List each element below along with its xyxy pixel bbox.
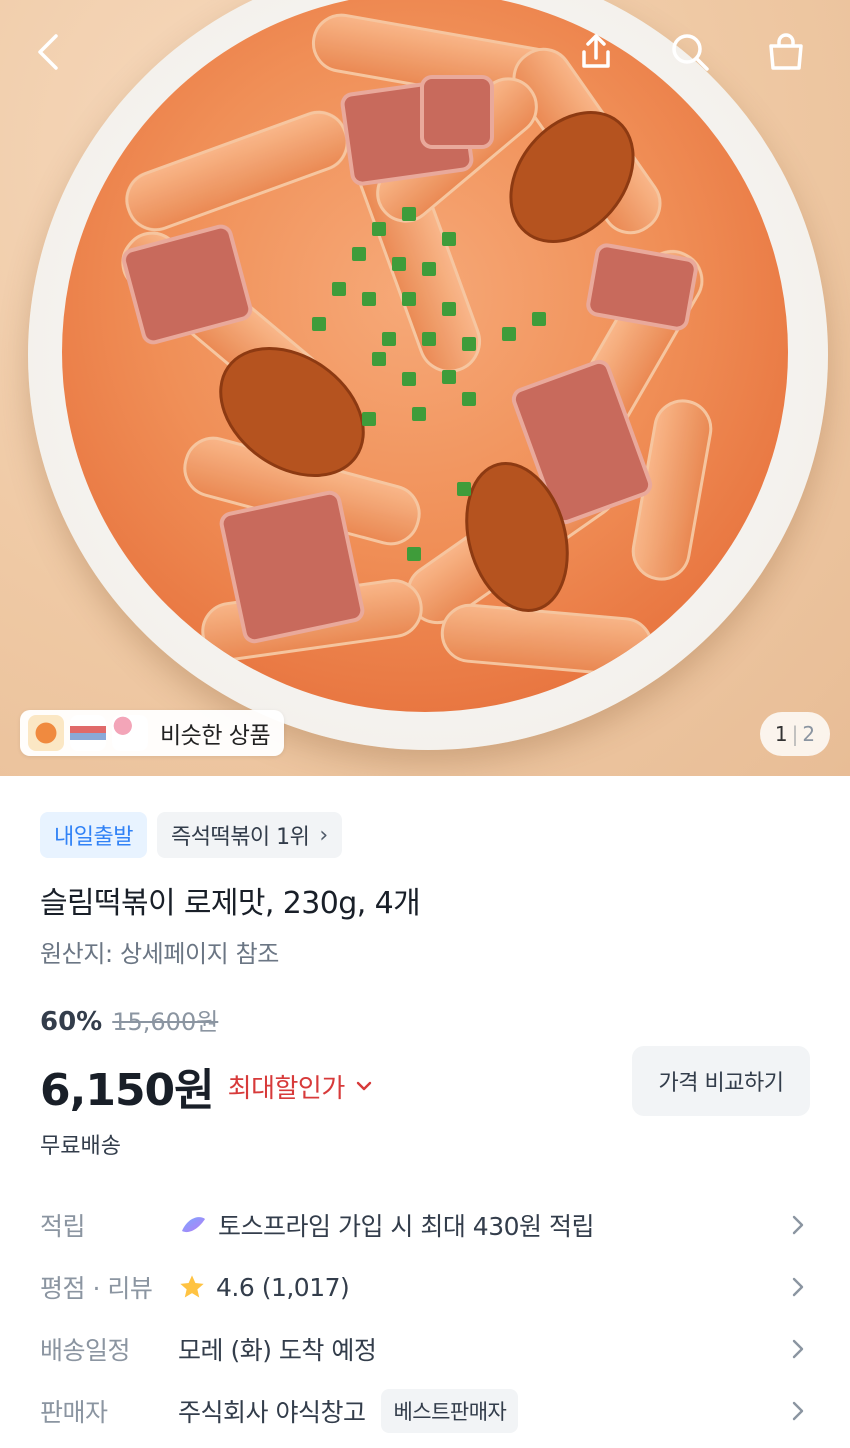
chevron-right-icon xyxy=(792,1277,804,1297)
original-price: 15,600원 xyxy=(112,1008,219,1036)
best-seller-badge: 베스트판매자 xyxy=(381,1389,519,1433)
pager-separator: | xyxy=(791,722,799,746)
chevron-down-icon xyxy=(356,1081,371,1091)
chevron-right-icon: › xyxy=(319,822,328,848)
similar-thumb-1 xyxy=(28,715,64,751)
product-image[interactable]: 비슷한 상품 1 | 2 xyxy=(0,0,850,776)
detail-row-rating[interactable]: 평점 · 리뷰 4.6 (1,017) xyxy=(0,1256,850,1318)
chevron-left-icon xyxy=(38,34,58,70)
ranking-tag[interactable]: 즉석떡볶이 1위 › xyxy=(156,812,342,858)
seller-text: 주식회사 야식창고 xyxy=(178,1398,366,1427)
tteokbokki-illustration xyxy=(62,0,788,712)
chevron-right-icon xyxy=(792,1215,804,1235)
ranking-label: 즉석떡볶이 1위 xyxy=(170,825,310,850)
points-text: 토스프라임 가입 시 최대 430원 적립 xyxy=(218,1212,594,1241)
detail-row-points[interactable]: 적립 토스프라임 가입 시 최대 430원 적립 xyxy=(0,1194,850,1256)
similar-thumb-3 xyxy=(112,715,148,751)
detail-row-seller[interactable]: 판매자 주식회사 야식창고 베스트판매자 xyxy=(0,1380,850,1442)
max-discount-label: 최대할인가 xyxy=(227,1073,346,1104)
toss-prime-icon xyxy=(182,1217,205,1233)
share-icon xyxy=(582,34,610,68)
delivery-key: 배송일정 xyxy=(40,1336,131,1365)
similar-products-label: 비슷한 상품 xyxy=(160,723,271,749)
seller-key: 판매자 xyxy=(40,1398,108,1427)
price-row: 6,150원 최대할인가 xyxy=(40,1054,373,1118)
detail-row-delivery[interactable]: 배송일정 모레 (화) 도착 예정 xyxy=(0,1318,850,1380)
shopping-bag-icon xyxy=(769,33,803,70)
share-button[interactable] xyxy=(566,22,626,82)
max-discount-toggle[interactable]: 최대할인가 xyxy=(228,1068,373,1105)
food-drawing xyxy=(121,13,713,677)
delivery-tag: 내일출발 xyxy=(40,812,147,858)
pager-current: 1 xyxy=(774,722,788,746)
free-shipping: 무료배송 xyxy=(40,1134,121,1159)
rating-text: 4.6 (1,017) xyxy=(216,1272,350,1302)
similar-thumb-2 xyxy=(70,715,106,751)
delivery-value: 모레 (화) 도착 예정 xyxy=(178,1331,377,1367)
back-button[interactable] xyxy=(20,22,80,82)
chevron-right-icon xyxy=(792,1401,804,1421)
delivery-text: 모레 (화) 도착 예정 xyxy=(178,1336,377,1365)
seller-value: 주식회사 야식창고 베스트판매자 xyxy=(178,1389,519,1433)
rating-key: 평점 · 리뷰 xyxy=(40,1274,153,1303)
search-button[interactable] xyxy=(660,22,720,82)
detail-list: 적립 토스프라임 가입 시 최대 430원 적립 평점 · 리뷰 4.6 (1,… xyxy=(0,1194,850,1442)
similar-products-button[interactable]: 비슷한 상품 xyxy=(20,710,285,756)
cart-button[interactable] xyxy=(756,22,816,82)
tag-row: 내일출발 즉석떡볶이 1위 › xyxy=(40,812,342,858)
sale-price: 6,150원 xyxy=(40,1065,215,1116)
chevron-right-icon xyxy=(792,1339,804,1359)
star-icon xyxy=(180,1275,204,1298)
rating-value: 4.6 (1,017) xyxy=(178,1272,350,1302)
search-icon xyxy=(672,34,709,71)
origin-info: 원산지: 상세페이지 참조 xyxy=(40,940,279,968)
discount-rate: 60% xyxy=(40,1007,103,1037)
discount-row: 60% 15,600원 xyxy=(40,1002,218,1037)
product-title: 슬림떡볶이 로제맛, 230g, 4개 xyxy=(40,886,421,921)
points-key: 적립 xyxy=(40,1212,86,1241)
price-compare-button[interactable]: 가격 비교하기 xyxy=(632,1046,810,1116)
image-pager: 1 | 2 xyxy=(760,712,830,756)
points-value: 토스프라임 가입 시 최대 430원 적립 xyxy=(178,1207,594,1243)
product-info: 내일출발 즉석떡볶이 1위 › 슬림떡볶이 로제맛, 230g, 4개 원산지:… xyxy=(0,776,850,1448)
pager-total: 2 xyxy=(802,722,816,746)
